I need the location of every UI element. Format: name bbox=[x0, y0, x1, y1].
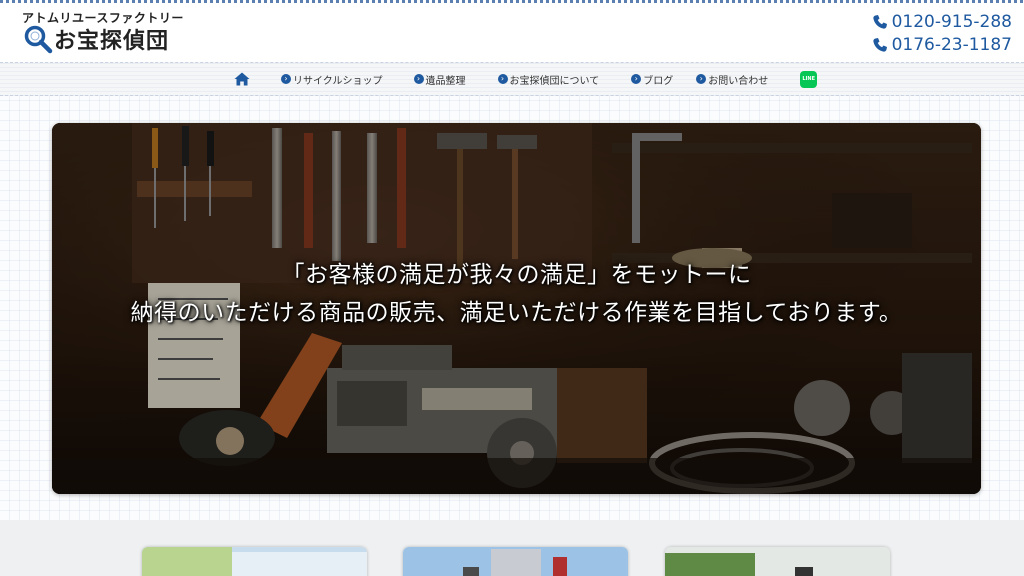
hero-headline: 「お客様の満足が我々の満足」をモットーに bbox=[281, 262, 752, 288]
phone-icon bbox=[872, 14, 887, 29]
chevron-circle-right-icon: › bbox=[696, 74, 707, 84]
logo-name: お宝探偵団 bbox=[54, 29, 170, 54]
site-logo[interactable]: アトムリユースファクトリー お宝探偵団 bbox=[22, 9, 202, 57]
phone-icon bbox=[872, 37, 887, 52]
chevron-circle-right-icon: › bbox=[413, 74, 424, 84]
card-image-2 bbox=[403, 547, 628, 576]
hero-caption: 「お客様の満足が我々の満足」をモットーに 納得のいただける商品の販売、満足いただ… bbox=[52, 256, 981, 332]
nav-item-contact[interactable]: › お問い合わせ bbox=[696, 72, 768, 87]
phone-link-2[interactable]: 0176-23-1187 bbox=[852, 33, 1012, 56]
nav-items: › リサイクルショップ › 遺品整理 › お宝探偵団について › ブログ › お… bbox=[234, 63, 818, 95]
chevron-circle-right-icon: › bbox=[631, 74, 642, 84]
card-image-3 bbox=[665, 547, 890, 576]
phone-numbers: 0120-915-288 0176-23-1187 bbox=[852, 10, 1012, 56]
feature-card-2[interactable] bbox=[403, 547, 628, 576]
line-app-icon[interactable]: LINE bbox=[800, 70, 818, 88]
nav-item-recycle-shop[interactable]: › リサイクルショップ bbox=[281, 72, 383, 87]
nav-item-label: お宝探偵団について bbox=[509, 75, 600, 87]
nav-item-estate-clearance[interactable]: › 遺品整理 bbox=[413, 72, 466, 87]
hero-subline: 納得のいただける商品の販売、満足いただける作業を目指しております。 bbox=[130, 300, 903, 326]
chevron-circle-right-icon: › bbox=[497, 74, 508, 84]
feature-card-1[interactable] bbox=[142, 547, 367, 576]
nav-item-label: リサイクルショップ bbox=[293, 75, 383, 87]
site-header: アトムリユースファクトリー お宝探偵団 0120-915-288 0176-23… bbox=[0, 3, 1024, 62]
chevron-circle-right-icon: › bbox=[281, 74, 291, 84]
nav-item-about[interactable]: › お宝探偵団について bbox=[497, 72, 600, 87]
nav-home[interactable] bbox=[234, 71, 252, 87]
nav-item-blog[interactable]: › ブログ bbox=[631, 72, 673, 87]
nav-item-label: お問い合わせ bbox=[708, 75, 769, 87]
magnifier-icon bbox=[24, 25, 53, 54]
home-icon bbox=[234, 72, 250, 86]
nav-item-label: 遺品整理 bbox=[425, 75, 466, 87]
phone-number-2: 0176-23-1187 bbox=[891, 34, 1012, 55]
main-nav: › リサイクルショップ › 遺品整理 › お宝探偵団について › ブログ › お… bbox=[0, 62, 1024, 96]
line-label: LINE bbox=[802, 76, 816, 82]
card-image-1 bbox=[142, 547, 367, 576]
nav-item-label: ブログ bbox=[643, 75, 674, 87]
hero-banner: 「お客様の満足が我々の満足」をモットーに 納得のいただける商品の販売、満足いただ… bbox=[52, 123, 981, 494]
phone-number-1: 0120-915-288 bbox=[891, 11, 1012, 32]
phone-link-1[interactable]: 0120-915-288 bbox=[852, 10, 1012, 33]
feature-card-3[interactable] bbox=[665, 547, 890, 576]
feature-cards-area bbox=[0, 520, 1024, 576]
